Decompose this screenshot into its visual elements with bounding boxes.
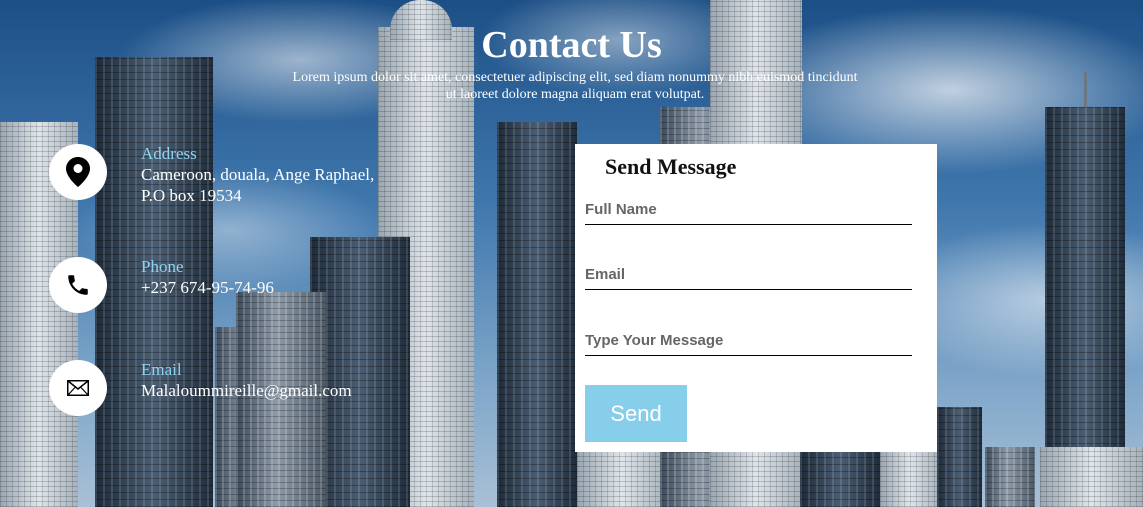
email-label: Email: [141, 360, 182, 379]
address-value: Cameroon, douala, Ange Raphael, P.O box …: [141, 165, 375, 205]
form-title: Send Message: [605, 154, 737, 179]
email-input[interactable]: [585, 259, 912, 290]
page-subtitle: Lorem ipsum dolor sit amet, consectetuer…: [292, 70, 858, 102]
phone-icon: [49, 257, 107, 313]
full-name-input[interactable]: [585, 194, 912, 225]
page-title: Contact Us: [481, 24, 662, 66]
phone-label: Phone: [141, 257, 184, 276]
envelope-icon: [49, 360, 107, 416]
email-value: Malaloummireille@gmail.com: [141, 381, 352, 400]
address-label: Address: [141, 144, 197, 163]
map-pin-icon: [49, 144, 107, 200]
message-input[interactable]: [585, 325, 912, 356]
phone-value: +237 674-95-74-96: [141, 278, 274, 297]
send-message-form: Send Message Send: [575, 144, 937, 452]
send-button[interactable]: Send: [585, 385, 687, 442]
